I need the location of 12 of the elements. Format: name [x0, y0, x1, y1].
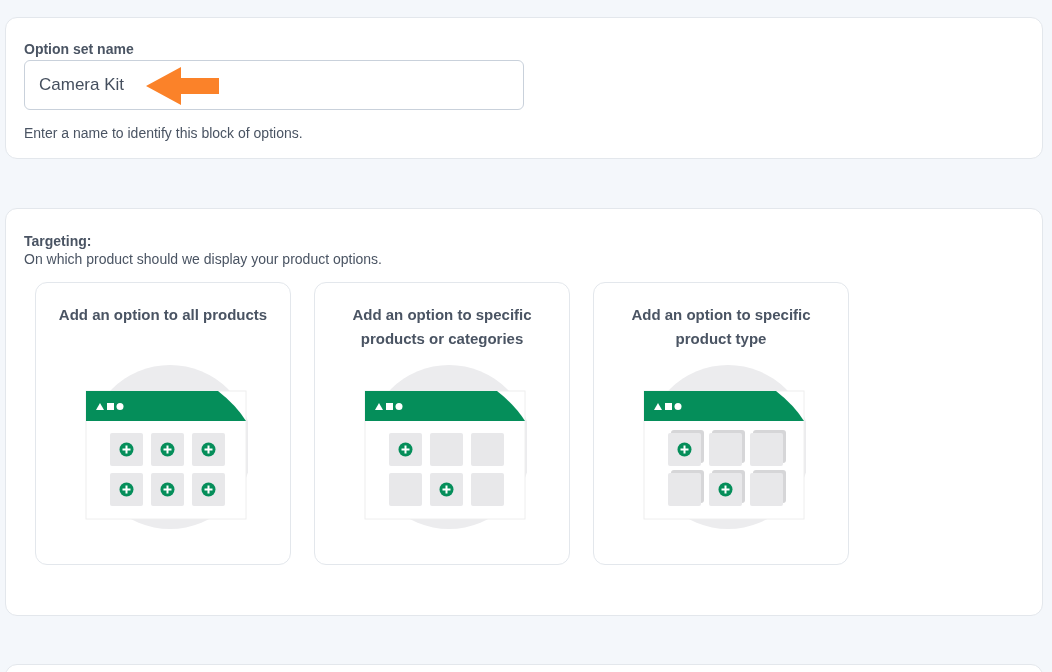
field-label: Option set name — [24, 40, 135, 58]
option-title: Add an option to specific product type — [630, 305, 812, 349]
option-title: Add an option to specific products or categories — [351, 305, 533, 349]
section-subtitle: On which product should we display your product options. — [24, 250, 383, 268]
section-title: Targeting: — [24, 232, 93, 250]
option-title: Add an option to all products — [57, 305, 269, 325]
arrow-icon — [146, 67, 220, 105]
targeting-option-card[interactable]: Add an option to specific products or categories — [314, 282, 570, 565]
targeting-option-card[interactable]: Add an option to all products — [35, 282, 291, 565]
targeting-option-card[interactable]: Add an option to specific product type — [593, 282, 849, 565]
help-text: Enter a name to identify this block of options. — [24, 124, 304, 143]
name-input[interactable]: Camera Kit — [24, 60, 524, 110]
